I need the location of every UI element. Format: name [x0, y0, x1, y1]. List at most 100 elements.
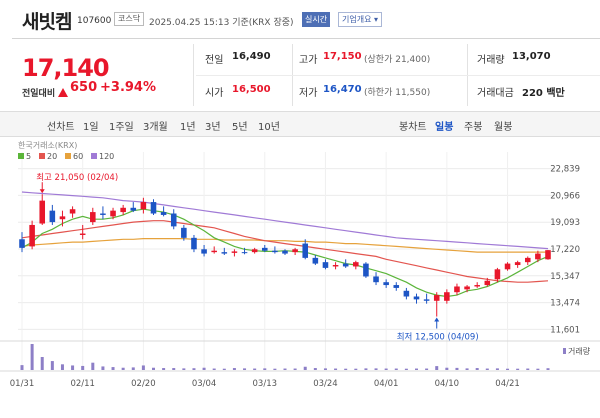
lower-limit: (하한가 11,550): [364, 88, 431, 98]
candle: [69, 209, 76, 214]
volume-bar: [81, 365, 85, 370]
candle: [423, 299, 430, 301]
candle: [413, 296, 420, 300]
candle-chart-label: 봉차트: [399, 122, 427, 133]
tab-monthly[interactable]: 월봉: [494, 118, 512, 133]
volume-legend-swatch: [563, 348, 566, 354]
candle: [39, 200, 46, 224]
candle: [383, 282, 389, 286]
volume-bar: [162, 368, 166, 370]
market-badge: 코스닥: [114, 12, 145, 26]
low-value: 16,470: [323, 84, 362, 95]
volume-bar: [212, 368, 216, 370]
up-triangle-icon: [58, 82, 68, 101]
tab-10y[interactable]: 10년: [258, 118, 280, 133]
volume-bar: [152, 367, 155, 370]
candle: [201, 249, 207, 254]
volume-bar: [91, 362, 95, 370]
volume-bar: [141, 365, 145, 370]
y-tick-label: 17,220: [550, 245, 580, 255]
candle: [59, 216, 66, 220]
candle: [302, 243, 309, 258]
y-tick-label: 19,093: [550, 218, 580, 228]
volume-bar: [60, 364, 64, 370]
volume-bar: [323, 368, 327, 370]
x-tick-label: 02/11: [70, 379, 95, 389]
volume-bar: [202, 367, 206, 370]
volume-bar: [415, 368, 418, 370]
candle: [49, 210, 56, 223]
volume-bar: [263, 368, 267, 370]
y-tick-label: 13,474: [550, 299, 580, 309]
y-tick-label: 11,601: [550, 325, 580, 335]
tab-3m[interactable]: 3개월: [143, 118, 168, 133]
candle: [100, 213, 106, 215]
volume-bar: [465, 368, 469, 370]
volume-bar: [71, 365, 75, 370]
candle: [474, 285, 480, 287]
volume-bar: [506, 368, 510, 370]
tab-1y[interactable]: 1년: [180, 118, 196, 133]
volume-value: 13,070: [512, 51, 551, 62]
legend-label: 5: [26, 152, 31, 161]
volume-bar: [243, 368, 247, 370]
candle: [110, 210, 116, 217]
volume-bar: [495, 368, 499, 370]
x-tick-label: 01/31: [10, 379, 35, 389]
prev-close-label: 전일: [205, 55, 224, 66]
period-tabs: 선차트 1일 1주일 3개월 1년 3년 5년 10년 봉차트 일봉 주봉 월봉: [0, 111, 600, 137]
legend-label: 60: [73, 152, 83, 161]
volume-bar: [384, 368, 388, 370]
candle: [494, 269, 501, 280]
open-label: 시가: [205, 88, 224, 99]
candle: [312, 257, 319, 264]
divider: [196, 75, 600, 76]
volume-bar: [101, 366, 105, 370]
candle: [29, 224, 35, 247]
volume-bar: [435, 366, 439, 370]
legend-swatch: [39, 153, 45, 159]
amount-label: 거래대금: [477, 88, 514, 99]
volume-bar: [334, 368, 338, 370]
volume-bar: [50, 361, 54, 370]
candle: [211, 250, 217, 253]
high-value: 17,150: [323, 51, 362, 62]
volume-bar: [172, 368, 176, 370]
candle: [322, 262, 329, 268]
min-annotation: 최저 12,500 (04/09): [397, 332, 479, 343]
candle: [150, 202, 157, 214]
company-info-dropdown[interactable]: 기업개요 ▾: [338, 12, 382, 27]
legend-swatch: [91, 153, 97, 159]
candle: [272, 250, 278, 253]
line-chart-label: 선차트: [47, 122, 75, 133]
divider: [193, 44, 194, 106]
candle: [231, 251, 238, 253]
stock-header: 새빗켐 107600 코스닥 2025.04.25 15:13 기준(KRX 장…: [0, 0, 600, 38]
candle: [403, 290, 410, 297]
candle: [79, 233, 86, 235]
realtime-button[interactable]: 실시간: [302, 12, 331, 27]
volume-bar: [516, 368, 520, 370]
candle: [251, 249, 258, 253]
legend-swatch: [18, 153, 24, 159]
volume-bar: [536, 368, 540, 370]
tab-5y[interactable]: 5년: [232, 118, 248, 133]
candle: [363, 263, 369, 277]
tab-weekly[interactable]: 주봉: [464, 118, 482, 133]
y-tick-label: 22,839: [550, 165, 580, 175]
candle: [535, 253, 541, 260]
volume-bar: [455, 367, 459, 370]
volume-bar: [20, 365, 24, 370]
volume-bar: [40, 357, 44, 370]
volume-bar: [192, 368, 196, 370]
tab-1w[interactable]: 1주일: [109, 118, 134, 133]
volume-bar: [253, 368, 257, 370]
tab-1d[interactable]: 1일: [83, 118, 99, 133]
timestamp: 2025.04.25 15:13 기준(KRX 장중): [149, 18, 294, 28]
candle: [433, 295, 440, 301]
tab-3y[interactable]: 3년: [205, 118, 221, 133]
volume-bar: [30, 344, 34, 370]
tab-daily[interactable]: 일봉: [435, 118, 453, 133]
candle: [90, 212, 96, 223]
candle: [444, 292, 450, 301]
